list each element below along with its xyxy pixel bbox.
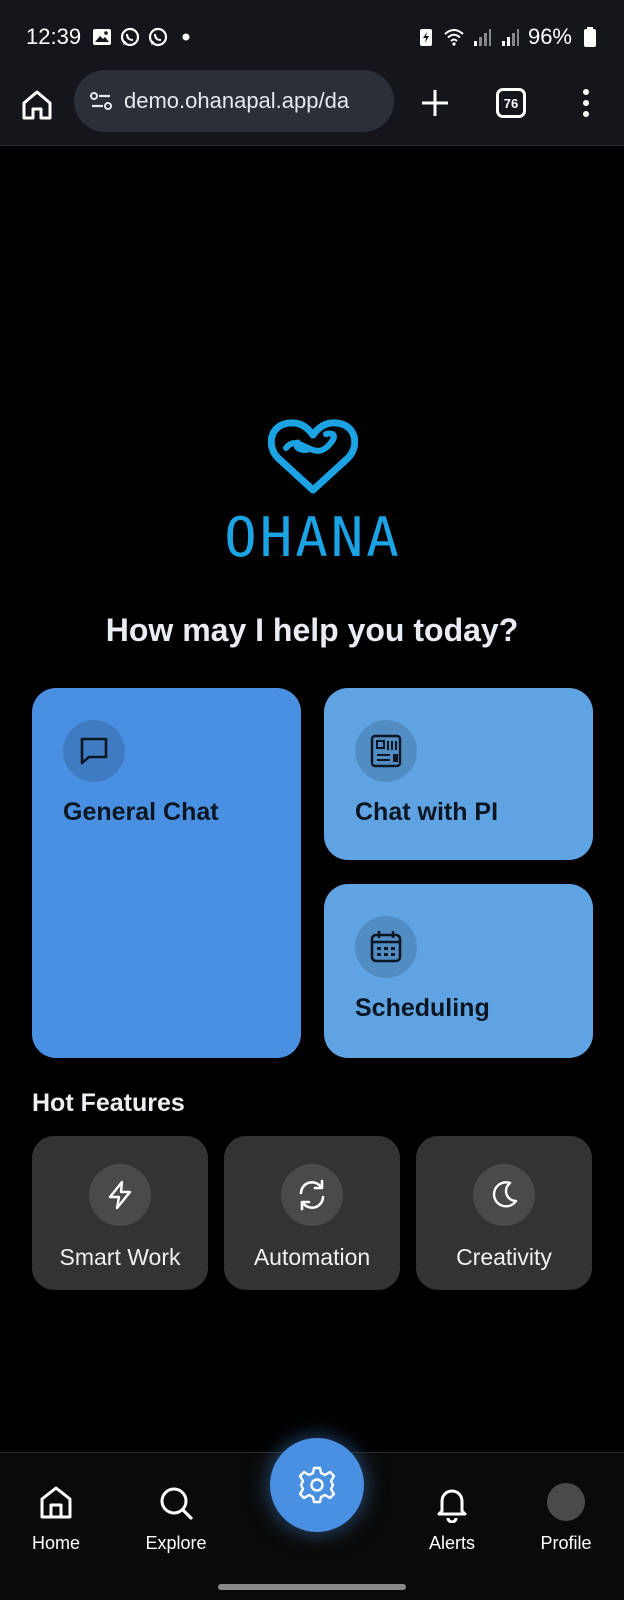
chat-bubble-icon xyxy=(80,737,108,765)
card-label: Chat with PI xyxy=(355,798,499,826)
bell-icon xyxy=(437,1489,467,1523)
creativity-button[interactable]: Creativity xyxy=(416,1136,592,1290)
battery-percent: 96% xyxy=(527,24,572,49)
home-icon[interactable] xyxy=(20,88,54,122)
new-tab-icon[interactable] xyxy=(418,86,452,120)
chat-with-pi-card[interactable]: Chat with PI xyxy=(324,688,593,860)
status-bar: 12:39 96% xyxy=(0,0,624,74)
moon-icon xyxy=(492,1181,518,1208)
automation-button[interactable]: Automation xyxy=(224,1136,400,1290)
nav-label: Profile xyxy=(540,1533,592,1553)
battery-saver-icon xyxy=(419,29,432,46)
page-title: How may I help you today? xyxy=(105,612,519,648)
pi-board-icon xyxy=(370,734,402,768)
card-label: Scheduling xyxy=(355,994,490,1022)
wifi-icon xyxy=(444,29,464,46)
home-icon xyxy=(40,1486,72,1519)
feature-label: Creativity xyxy=(456,1244,552,1270)
whatsapp-icon xyxy=(120,27,140,47)
ohana-logo: OHANA xyxy=(218,418,408,578)
calendar-icon xyxy=(370,931,402,963)
gear-icon xyxy=(298,1466,336,1504)
browser-toolbar: demo.ohanapal.app/da 76 xyxy=(0,70,624,146)
search-icon xyxy=(160,1487,193,1520)
lightning-icon xyxy=(108,1180,132,1210)
general-chat-card[interactable]: General Chat xyxy=(32,688,301,1058)
hot-features-title: Hot Features xyxy=(32,1089,185,1117)
signal-icon xyxy=(501,29,519,46)
more-menu-icon[interactable] xyxy=(578,86,594,120)
url-text: demo.ohanapal.app/da xyxy=(124,88,350,113)
feature-label: Smart Work xyxy=(59,1244,181,1270)
address-bar[interactable]: demo.ohanapal.app/da xyxy=(74,70,394,132)
nav-alerts[interactable]: Alerts xyxy=(402,1483,502,1554)
dot-icon xyxy=(182,33,190,41)
image-icon xyxy=(93,29,111,45)
nav-home[interactable]: Home xyxy=(6,1483,106,1554)
nav-label: Home xyxy=(31,1533,80,1553)
scheduling-card[interactable]: Scheduling xyxy=(324,884,593,1058)
tab-switcher-button[interactable]: 76 xyxy=(496,88,526,118)
battery-icon xyxy=(584,27,596,47)
whatsapp-icon xyxy=(148,27,168,47)
settings-fab-button[interactable] xyxy=(270,1438,364,1532)
card-label: General Chat xyxy=(63,798,219,826)
nav-label: Alerts xyxy=(428,1533,475,1553)
nav-explore[interactable]: Explore xyxy=(126,1483,226,1554)
tab-count: 76 xyxy=(503,95,519,111)
feature-label: Automation xyxy=(253,1244,371,1270)
gesture-bar xyxy=(218,1584,406,1590)
nav-label: Explore xyxy=(145,1533,207,1553)
logo-text: OHANA xyxy=(224,506,402,569)
site-settings-icon[interactable] xyxy=(88,88,114,114)
nav-profile[interactable]: Profile xyxy=(516,1483,616,1554)
signal-icon xyxy=(473,29,491,46)
avatar xyxy=(547,1483,585,1521)
status-time: 12:39 xyxy=(26,24,82,49)
refresh-icon xyxy=(299,1179,325,1211)
heart-logo-icon xyxy=(268,419,358,494)
smart-work-button[interactable]: Smart Work xyxy=(32,1136,208,1290)
